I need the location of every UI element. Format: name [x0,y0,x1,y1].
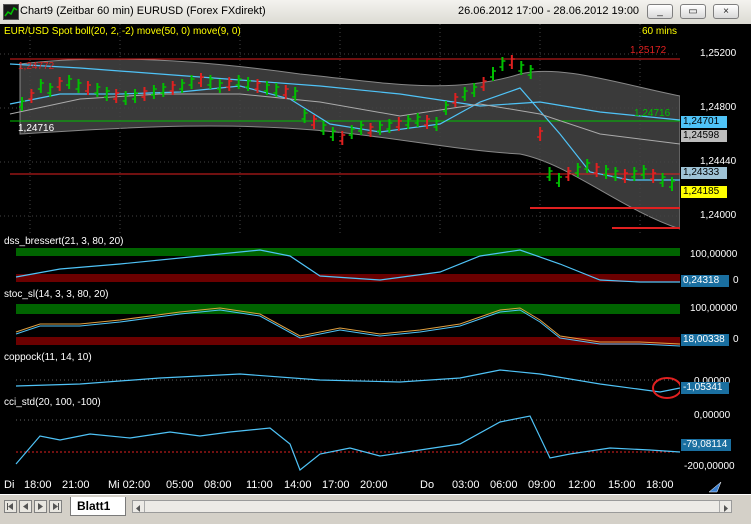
axis-label-4: 1,24000 [700,210,737,221]
maximize-icon: ▭ [688,6,698,17]
dss-header: dss_bressert(21, 3, 80, 20) [4,236,124,247]
date-range: 26.06.2012 17:00 - 28.06.2012 19:00 [458,5,640,17]
time-label: 14:00 [284,479,312,491]
minimize-icon: _ [657,6,663,17]
close-icon: × [723,6,729,17]
cursor-tool-icon [708,481,722,493]
stoch-panel [0,294,681,347]
sheet-tab-blatt1[interactable]: Blatt1 [70,497,126,516]
price-tag-mid: 1,24598 [681,130,727,142]
time-label: 11:00 [246,479,273,491]
time-label: Do [420,479,435,491]
stoch-axis-top: 100,00000 [690,303,738,314]
price-tag-last: 1,24185 [681,186,727,198]
coppock-header: coppock(11, 14, 10) [4,352,92,363]
next-sheet-button[interactable] [34,500,47,513]
timeframe-label: 60 mins [642,26,678,37]
time-label: 08:00 [204,479,232,491]
green-right-label: 1,24716 [634,108,671,119]
time-label: 06:00 [490,479,518,491]
cci-panel [0,400,681,476]
last-sheet-button[interactable] [49,500,62,513]
price-panel-header: EUR/USD Spot boll(20, 2, -2) move(50, 0)… [4,26,241,37]
sheet-tab-bar: Blatt1 [0,494,751,524]
green-left-label: 1,24716 [18,123,55,134]
coppock-value: -1,05341 [681,382,729,394]
coppock-panel [0,354,682,399]
axis-label-3: 1,24440 [700,156,737,167]
time-label: 03:00 [452,479,480,491]
minimize-button[interactable]: _ [647,4,673,19]
prev-arrow-icon [23,503,28,510]
axis-label-2: 1,24800 [700,102,737,113]
maximize-button[interactable]: ▭ [680,4,706,19]
horizontal-scrollbar[interactable] [132,500,732,513]
price-tag-ma9: 1,24333 [681,167,727,179]
time-label: 18:00 [646,479,674,491]
stoch-axis-bottom: 0 [733,334,739,345]
navigation-tool[interactable] [707,480,723,494]
time-label: 12:00 [568,479,596,491]
time-label: 18:00 [24,479,52,491]
top-red-label: 1,25172 [630,45,667,56]
price-tag-ma50: 1,24701 [681,116,727,128]
title-bar: Chart9 (Zeitbar 60 min) EURUSD (Forex FX… [0,0,751,25]
time-label: 05:00 [166,479,194,491]
stoch-value: 18,00338 [681,334,729,346]
time-label: 15:00 [608,479,636,491]
cci-axis-top: 0,00000 [694,410,731,421]
first-sheet-button[interactable] [4,500,17,513]
time-axis: Di 18:00 21:00 Mi 02:00 05:00 08:00 11:00 14:00… [0,477,751,494]
chart-app-icon [3,4,19,20]
chart-area[interactable]: EUR/USD Spot boll(20, 2, -2) move(50, 0)… [0,24,751,477]
close-button[interactable]: × [713,4,739,19]
cci-axis-bottom: -200,00000 [684,461,735,472]
stoch-header: stoc_sl(14, 3, 3, 80, 20) [4,289,109,300]
scroll-left-icon[interactable] [133,501,145,512]
time-label: Mi 02:00 [108,479,151,491]
time-label: 20:00 [360,479,388,491]
next-arrow-icon [38,503,43,510]
dss-axis-bottom: 0 [733,275,739,286]
axis-label-1: 1,25200 [700,48,737,59]
cci-header: cci_std(20, 100, -100) [4,397,101,408]
window-title: Chart9 (Zeitbar 60 min) EURUSD (Forex FX… [20,5,266,17]
time-label: 09:00 [528,479,556,491]
time-label: 17:00 [322,479,350,491]
time-label: Di [4,479,15,491]
dss-axis-top: 100,00000 [690,249,738,260]
chart-canvas[interactable] [0,24,751,477]
cci-value: -79,08114 [681,439,731,451]
last-arrow-icon [53,503,59,510]
scroll-right-icon[interactable] [719,501,731,512]
left-red-label: 1,24772 [18,61,55,72]
dss-value: 0,24318 [681,275,729,287]
prev-sheet-button[interactable] [19,500,32,513]
time-label: 21:00 [62,479,90,491]
first-arrow-icon [7,503,13,510]
